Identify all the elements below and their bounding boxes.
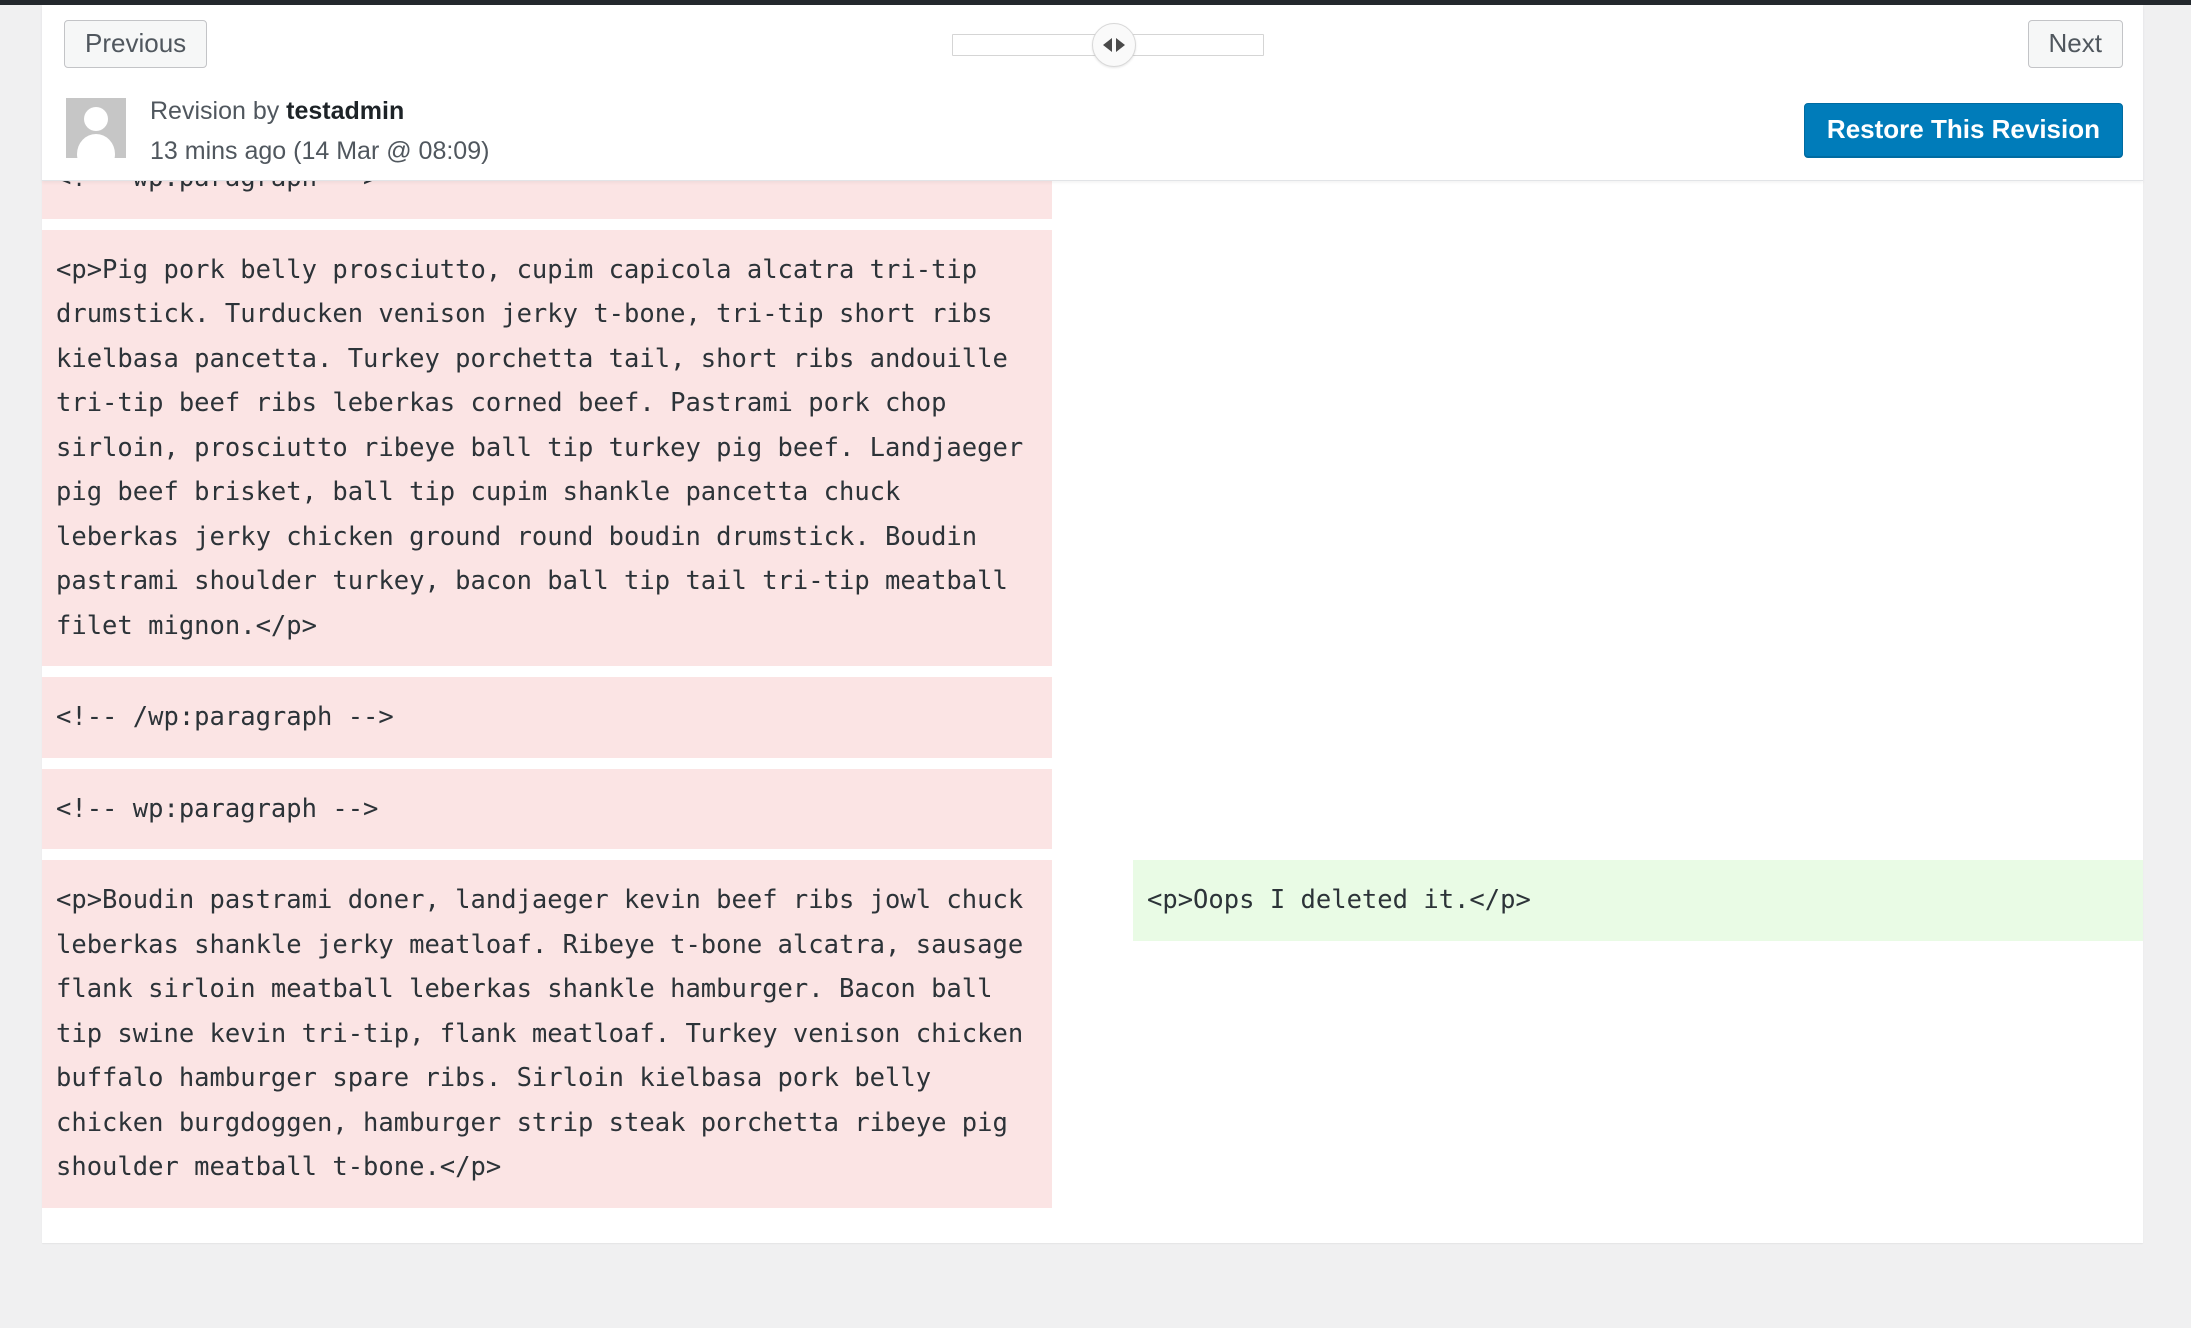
diff-left-cell: <!-- wp:paragraph -->: [42, 768, 1052, 849]
revision-byline-prefix: Revision by: [150, 97, 287, 125]
diff-left-text: <!-- wp:paragraph -->: [42, 768, 1052, 849]
revision-meta-text: Revision by testadmin 13 mins ago (14 Ma…: [150, 93, 489, 170]
diff-gutter-cell: [1052, 677, 1133, 758]
diff-right-cell: <p>Oops I deleted it.</p>: [1133, 860, 2143, 1208]
diff-left-text: <p>Pig pork belly prosciutto, cupim capi…: [42, 229, 1052, 666]
avatar: [66, 98, 126, 158]
diff-left-text: <!-- /wp:paragraph -->: [42, 677, 1052, 758]
diff-right-text: [1133, 677, 2143, 678]
revision-author: testadmin: [286, 97, 405, 125]
diff-row-spacer: [42, 1207, 2143, 1219]
left-right-arrows-icon: [1100, 36, 1128, 54]
diff-row: <!-- /wp:paragraph --> <!-- /wp:paragraph…: [42, 1219, 2143, 1244]
diff-gutter-cell: [1052, 180, 1133, 219]
revision-slider-handle[interactable]: [1092, 23, 1136, 67]
diff-row: <!-- wp:paragraph -->: [42, 768, 2143, 850]
revision-byline: Revision by testadmin: [150, 93, 489, 129]
diff-row: <!-- wp:paragraph -->: [42, 180, 2143, 219]
diff-left-cell: <p>Pig pork belly prosciutto, cupim capi…: [42, 229, 1052, 666]
diff-right-cell: [1133, 677, 2143, 758]
diff-row-spacer: [42, 849, 2143, 860]
diff-gutter-cell: [1052, 769, 1133, 850]
diff-right-text: <p>Oops I deleted it.</p>: [1133, 860, 2143, 941]
revision-diff-region: <!-- wp:paragraph --> <p>Pig pork belly p…: [42, 180, 2143, 1243]
next-revision-button[interactable]: Next: [2027, 20, 2123, 68]
diff-right-text: [1133, 769, 2143, 770]
previous-revision-button[interactable]: Previous: [64, 20, 208, 68]
diff-left-cell: <!-- wp:paragraph -->: [42, 180, 1052, 219]
revision-sticky-header: Previous Next Revision by testadmin 13 m…: [42, 5, 2143, 181]
diff-left-text: <!-- wp:paragraph -->: [42, 180, 1052, 219]
diff-right-text: <!-- /wp:paragraph -->: [1133, 1219, 2143, 1244]
diff-row: <p>Pig pork belly prosciutto, cupim capi…: [42, 229, 2143, 667]
diff-right-cell: <!-- /wp:paragraph -->: [1133, 1219, 2143, 1244]
diff-row: <p>Boudin pastrami doner, landjaeger kev…: [42, 860, 2143, 1208]
diff-gutter-cell: [1052, 860, 1133, 1208]
revision-date: 13 mins ago (14 Mar @ 08:09): [150, 137, 490, 166]
diff-row-spacer: [42, 757, 2143, 769]
diff-row: <!-- /wp:paragraph -->: [42, 677, 2143, 758]
diff-row-spacer: [42, 218, 2143, 230]
diff-right-cell: [1133, 769, 2143, 850]
diff-left-cell: <!-- /wp:paragraph -->: [42, 677, 1052, 758]
diff-right-cell: [1133, 180, 2143, 219]
diff-left-text: <!-- /wp:paragraph -->: [42, 1219, 1052, 1244]
diff-left-cell: <!-- /wp:paragraph -->: [42, 1219, 1052, 1244]
revision-diff-table: <!-- wp:paragraph --> <p>Pig pork belly p…: [42, 180, 2143, 1243]
restore-this-revision-button[interactable]: Restore This Revision: [1803, 103, 2123, 157]
diff-row-spacer: [42, 666, 2143, 677]
diff-left-cell: <p>Boudin pastrami doner, landjaeger kev…: [42, 860, 1052, 1208]
diff-right-text: [1133, 230, 2143, 231]
diff-gutter-cell: [1052, 1219, 1133, 1244]
diff-gutter-cell: [1052, 230, 1133, 667]
default-user-avatar-icon: [66, 98, 126, 158]
revision-nav-row: Previous Next: [42, 5, 2143, 85]
diff-left-text: <p>Boudin pastrami doner, landjaeger kev…: [42, 860, 1052, 1208]
diff-right-cell: [1133, 230, 2143, 667]
revision-slider[interactable]: [952, 23, 1282, 68]
revision-meta-row: Revision by testadmin 13 mins ago (14 Ma…: [42, 85, 2143, 179]
